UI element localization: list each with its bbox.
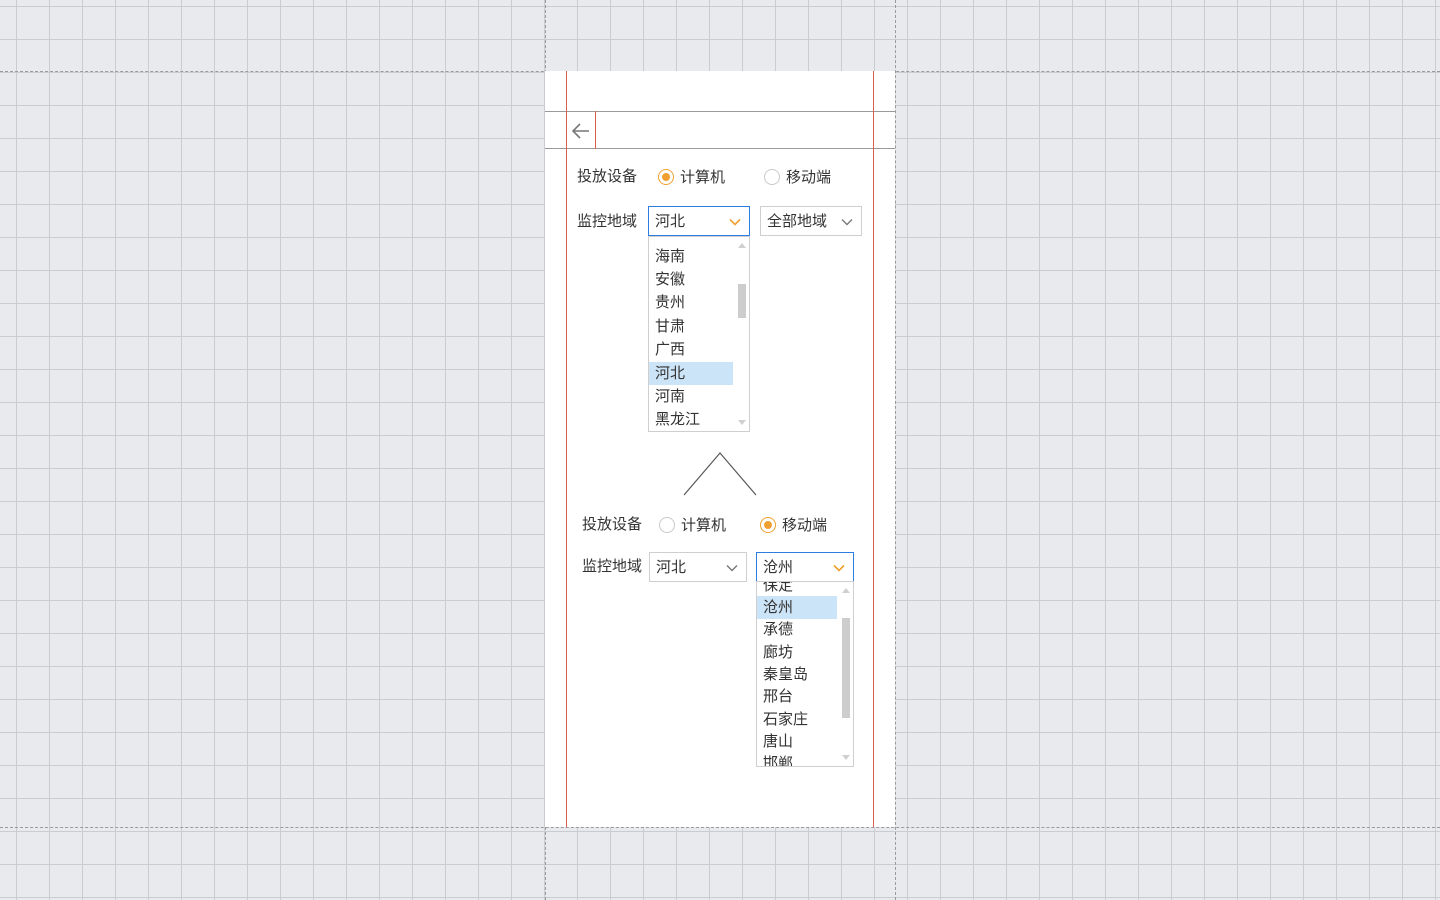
scroll-up-icon[interactable]	[738, 243, 746, 248]
radio-button-selected[interactable]	[760, 516, 776, 533]
list-item[interactable]: 甘肃	[649, 315, 733, 338]
province-dropdown-list[interactable]: 海南 安徽 贵州 甘肃 广西 河北 河南 黑龙江	[648, 236, 750, 432]
list-item[interactable]: 黑龙江	[649, 408, 733, 431]
chevron-down-icon	[729, 218, 741, 226]
scrollbar[interactable]	[839, 582, 853, 766]
list-item[interactable]: 贵州	[649, 291, 733, 314]
city-select[interactable]: 全部地域	[760, 206, 862, 236]
region-label: 监控地域	[577, 212, 638, 230]
list-item[interactable]: 保定	[757, 582, 837, 597]
arrow-left-icon[interactable]	[569, 119, 593, 143]
province-select[interactable]: 河北	[649, 552, 747, 582]
margin-guide-right	[873, 71, 874, 827]
scroll-thumb[interactable]	[842, 618, 850, 718]
top-bar	[545, 111, 895, 149]
city-select-value: 沧州	[763, 558, 794, 576]
guide-line-right	[895, 0, 896, 900]
list-item[interactable]: 秦皇岛	[757, 663, 837, 686]
list-item[interactable]: 邢台	[757, 685, 837, 708]
list-item[interactable]: 唐山	[757, 730, 837, 753]
city-dropdown-list[interactable]: 保定 沧州 承德 廊坊 秦皇岛 邢台 石家庄 唐山 邯郸	[756, 581, 854, 767]
radio-button-selected[interactable]	[658, 168, 674, 185]
chevron-down-icon	[833, 564, 845, 572]
list-item[interactable]: 海南	[649, 245, 733, 268]
device-label: 投放设备	[582, 515, 643, 533]
scroll-thumb[interactable]	[738, 284, 746, 318]
scroll-up-icon[interactable]	[842, 588, 850, 593]
radio-computer-label: 计算机	[681, 516, 727, 534]
list-item-selected[interactable]: 沧州	[757, 596, 837, 619]
list-item[interactable]: 河南	[649, 385, 733, 408]
radio-button[interactable]	[764, 168, 780, 185]
margin-guide-left	[566, 71, 567, 827]
list-item[interactable]: 邯郸	[757, 752, 837, 766]
chevron-down-icon	[726, 565, 738, 572]
scroll-down-icon[interactable]	[842, 755, 850, 760]
radio-computer[interactable]: 计算机	[659, 514, 726, 535]
scrollbar[interactable]	[735, 237, 749, 431]
city-select[interactable]: 沧州	[756, 552, 854, 582]
province-select-value: 河北	[655, 212, 686, 230]
province-select-value: 河北	[656, 558, 687, 576]
radio-mobile-label: 移动端	[782, 516, 828, 534]
radio-mobile[interactable]: 移动端	[764, 166, 831, 187]
list-item[interactable]: 广西	[649, 338, 733, 361]
caret-up-icon	[683, 452, 757, 496]
margin-guide-back	[595, 111, 596, 149]
guide-line-bottom	[0, 827, 1440, 828]
province-select[interactable]: 河北	[648, 206, 750, 236]
radio-button[interactable]	[659, 516, 675, 533]
list-item-selected[interactable]: 河北	[649, 362, 733, 385]
scroll-down-icon[interactable]	[738, 420, 746, 425]
chevron-down-icon	[841, 219, 853, 226]
region-label: 监控地域	[582, 557, 643, 575]
list-item[interactable]: 安徽	[649, 268, 733, 291]
radio-mobile-label: 移动端	[786, 168, 832, 186]
radio-computer[interactable]: 计算机	[658, 166, 725, 187]
city-select-value: 全部地域	[767, 212, 828, 230]
device-label: 投放设备	[577, 167, 638, 185]
radio-mobile[interactable]: 移动端	[760, 514, 827, 535]
list-item[interactable]: 承德	[757, 618, 837, 641]
list-item[interactable]: 石家庄	[757, 708, 837, 731]
list-item[interactable]: 廊坊	[757, 641, 837, 664]
radio-computer-label: 计算机	[680, 168, 726, 186]
